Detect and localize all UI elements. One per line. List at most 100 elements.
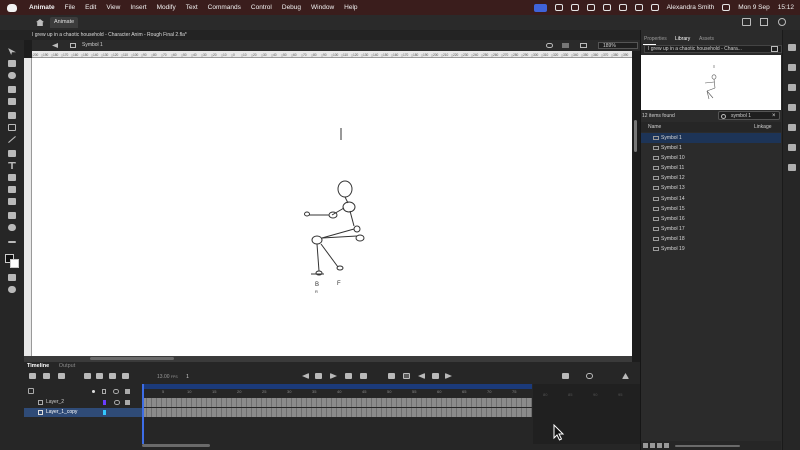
settings-icon[interactable] [778, 18, 786, 26]
document-tab[interactable]: I grew up in a chaotic household - Chara… [0, 30, 640, 40]
layer-row-selected[interactable]: Layer_1_copy [24, 408, 142, 417]
properties-icon[interactable] [657, 443, 662, 448]
motion-presets-icon[interactable] [788, 164, 796, 171]
align-panel-icon[interactable] [788, 64, 796, 71]
new-folder-icon[interactable] [43, 373, 50, 379]
parent-view-icon[interactable] [122, 373, 129, 379]
menu-text[interactable]: Text [186, 4, 198, 11]
stage-canvas[interactable]: B F R [32, 58, 632, 356]
app-tab[interactable]: Animate [50, 17, 78, 28]
components-panel-icon[interactable] [788, 144, 796, 151]
library-item[interactable]: Symbol 14 [641, 194, 781, 204]
transform-panel-icon[interactable] [788, 124, 796, 131]
search-icon[interactable] [650, 4, 659, 11]
zoom-tool-icon[interactable] [8, 224, 16, 231]
hand-tool-icon[interactable] [8, 212, 16, 219]
pen-tool-icon[interactable] [8, 150, 16, 157]
tab-assets[interactable]: Assets [699, 36, 714, 42]
library-item[interactable]: Symbol 11 [641, 163, 781, 173]
library-item[interactable]: Symbol 13 [641, 183, 781, 193]
hide-all-icon[interactable] [113, 389, 119, 394]
layer-frames[interactable] [142, 408, 532, 417]
tab-properties[interactable]: Properties [644, 36, 667, 42]
menubar-date[interactable]: Mon 9 Sep [738, 4, 769, 11]
rectangle-tool-icon[interactable] [8, 124, 16, 131]
highlight-layer-icon[interactable] [109, 373, 116, 379]
menu-edit[interactable]: Edit [85, 4, 96, 11]
new-folder-icon[interactable] [650, 443, 655, 448]
swatches-panel-icon[interactable] [788, 104, 796, 111]
menubar-time[interactable]: 15:12 [778, 4, 794, 11]
control-center-icon[interactable] [722, 4, 731, 11]
screen-record-icon[interactable] [533, 3, 547, 12]
onion-skin-icon[interactable] [345, 373, 352, 379]
apple-icon[interactable] [7, 3, 17, 12]
layer-row[interactable]: Layer_2 [24, 398, 142, 407]
layer-frames[interactable] [142, 398, 532, 407]
selection-tool-icon[interactable] [8, 48, 16, 55]
library-item[interactable]: Symbol 1 [641, 143, 781, 153]
tray-icon[interactable] [602, 4, 611, 11]
library-item[interactable]: Symbol 10 [641, 153, 781, 163]
menu-app-name[interactable]: Animate [29, 4, 55, 11]
library-item[interactable]: Symbol 12 [641, 173, 781, 183]
swap-colors-icon[interactable] [8, 274, 16, 281]
menu-view[interactable]: View [106, 4, 120, 11]
subselection-tool-icon[interactable] [8, 60, 16, 67]
battery-icon[interactable] [618, 4, 627, 11]
library-item[interactable]: Symbol 17 [641, 224, 781, 234]
hide-layer-icon[interactable] [114, 400, 120, 405]
menu-insert[interactable]: Insert [130, 4, 146, 11]
library-item[interactable]: Symbol 1 [641, 133, 781, 144]
lock-all-icon[interactable] [125, 389, 130, 394]
wifi-icon[interactable] [634, 4, 643, 11]
panels-icon[interactable] [760, 18, 768, 26]
layer-color-swatch[interactable] [103, 410, 106, 415]
bone-tool-icon[interactable] [8, 198, 16, 205]
tray-icon[interactable] [554, 4, 563, 11]
layer-icon[interactable] [562, 43, 569, 48]
camera-icon[interactable] [84, 373, 91, 379]
library-item[interactable]: Symbol 19 [641, 244, 781, 254]
outline-all-icon[interactable] [102, 389, 106, 394]
user-name[interactable]: Alexandra Smith [667, 4, 715, 11]
undo-timeline-icon[interactable] [562, 373, 569, 379]
eraser-tool-icon[interactable] [8, 112, 16, 119]
loop-icon[interactable] [403, 373, 410, 379]
layer-depth-icon[interactable] [96, 373, 103, 379]
text-tool-icon[interactable] [8, 162, 16, 169]
menu-modify[interactable]: Modify [157, 4, 176, 11]
layer-color-swatch[interactable] [103, 400, 106, 405]
menu-file[interactable]: File [65, 4, 75, 11]
new-layer-icon[interactable] [29, 373, 36, 379]
stop-icon[interactable] [315, 373, 322, 379]
back-arrow-icon[interactable] [52, 43, 58, 48]
brush-tool-icon[interactable] [8, 86, 16, 93]
paint-bucket-icon[interactable] [8, 174, 16, 181]
paint-brush-icon[interactable] [8, 98, 16, 105]
more-tools-icon[interactable] [8, 238, 16, 245]
fill-color-swatch[interactable] [10, 259, 19, 268]
lock-layer-icon[interactable] [125, 400, 130, 405]
timeline-hscrollbar[interactable] [142, 444, 210, 447]
tab-output[interactable]: Output [59, 363, 76, 369]
crop-icon[interactable] [580, 43, 587, 48]
clear-search-icon[interactable]: × [772, 113, 776, 119]
menu-help[interactable]: Help [344, 4, 357, 11]
playhead[interactable] [142, 384, 144, 444]
delete-icon[interactable] [664, 443, 669, 448]
show-all-icon[interactable] [92, 390, 95, 393]
line-tool-icon[interactable] [8, 136, 16, 143]
undo-icon[interactable] [8, 286, 16, 293]
edit-multiple-frames-icon[interactable] [360, 373, 367, 379]
tray-icon[interactable] [586, 4, 595, 11]
column-name[interactable]: Name [648, 122, 661, 132]
menu-commands[interactable]: Commands [208, 4, 241, 11]
eye-icon[interactable] [546, 43, 553, 48]
library-item[interactable]: Symbol 15 [641, 204, 781, 214]
color-panel-icon[interactable] [788, 84, 796, 91]
library-search-input[interactable]: symbol 1 [718, 111, 780, 120]
lasso-tool-icon[interactable] [8, 72, 16, 79]
menu-control[interactable]: Control [251, 4, 272, 11]
record-icon[interactable] [586, 373, 593, 379]
